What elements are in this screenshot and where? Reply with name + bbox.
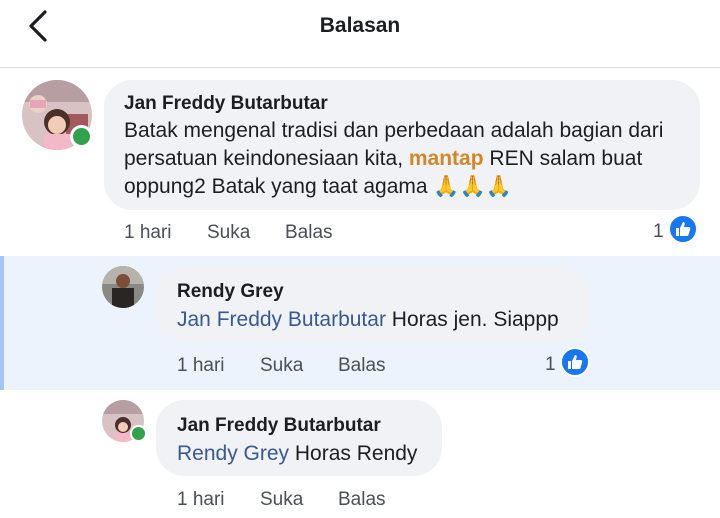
comment-actions: 1 hari Suka Balas <box>177 355 437 379</box>
online-status-indicator <box>130 425 147 442</box>
like-button[interactable]: Suka <box>207 222 250 244</box>
comment-author[interactable]: Rendy Grey <box>177 281 284 303</box>
like-button[interactable]: Suka <box>260 489 303 511</box>
comment-author[interactable]: Jan Freddy Butarbutar <box>124 93 328 115</box>
comment-actions: 1 hari Suka Balas <box>124 222 424 246</box>
comment-time: 1 hari <box>177 489 225 510</box>
comment-actions: 1 hari Suka Balas <box>177 489 437 513</box>
like-button[interactable]: Suka <box>260 355 303 377</box>
mention-link[interactable]: Rendy Grey <box>177 442 289 465</box>
comment-time: 1 hari <box>124 222 172 243</box>
comment-text: Rendy Grey Horas Rendy <box>177 440 437 468</box>
comment-text: Batak mengenal tradisi dan perbedaan ada… <box>124 117 694 201</box>
highlight-indicator <box>0 256 4 390</box>
reply-button[interactable]: Balas <box>338 489 386 511</box>
comment-author[interactable]: Jan Freddy Butarbutar <box>177 415 381 437</box>
header: Balasan <box>0 0 720 68</box>
page-title: Balasan <box>319 14 401 37</box>
reply-button[interactable]: Balas <box>338 355 386 377</box>
online-status-indicator <box>70 125 93 148</box>
comment-time: 1 hari <box>177 355 225 376</box>
reaction-count[interactable]: 1 <box>545 354 556 376</box>
comment-text-part: Horas jen. Siappp <box>385 308 559 331</box>
comment-text: Jan Freddy Butarbutar Horas jen. Siappp <box>177 306 587 334</box>
like-reaction-icon[interactable] <box>560 347 590 377</box>
reaction-count[interactable]: 1 <box>653 221 664 243</box>
mention-link[interactable]: Jan Freddy Butarbutar <box>177 308 386 331</box>
like-reaction-icon[interactable] <box>668 214 698 244</box>
comment-text-part: Horas Rendy <box>289 442 418 465</box>
highlighted-word: mantap <box>408 147 484 170</box>
avatar[interactable] <box>102 266 144 308</box>
reply-button[interactable]: Balas <box>285 222 333 244</box>
